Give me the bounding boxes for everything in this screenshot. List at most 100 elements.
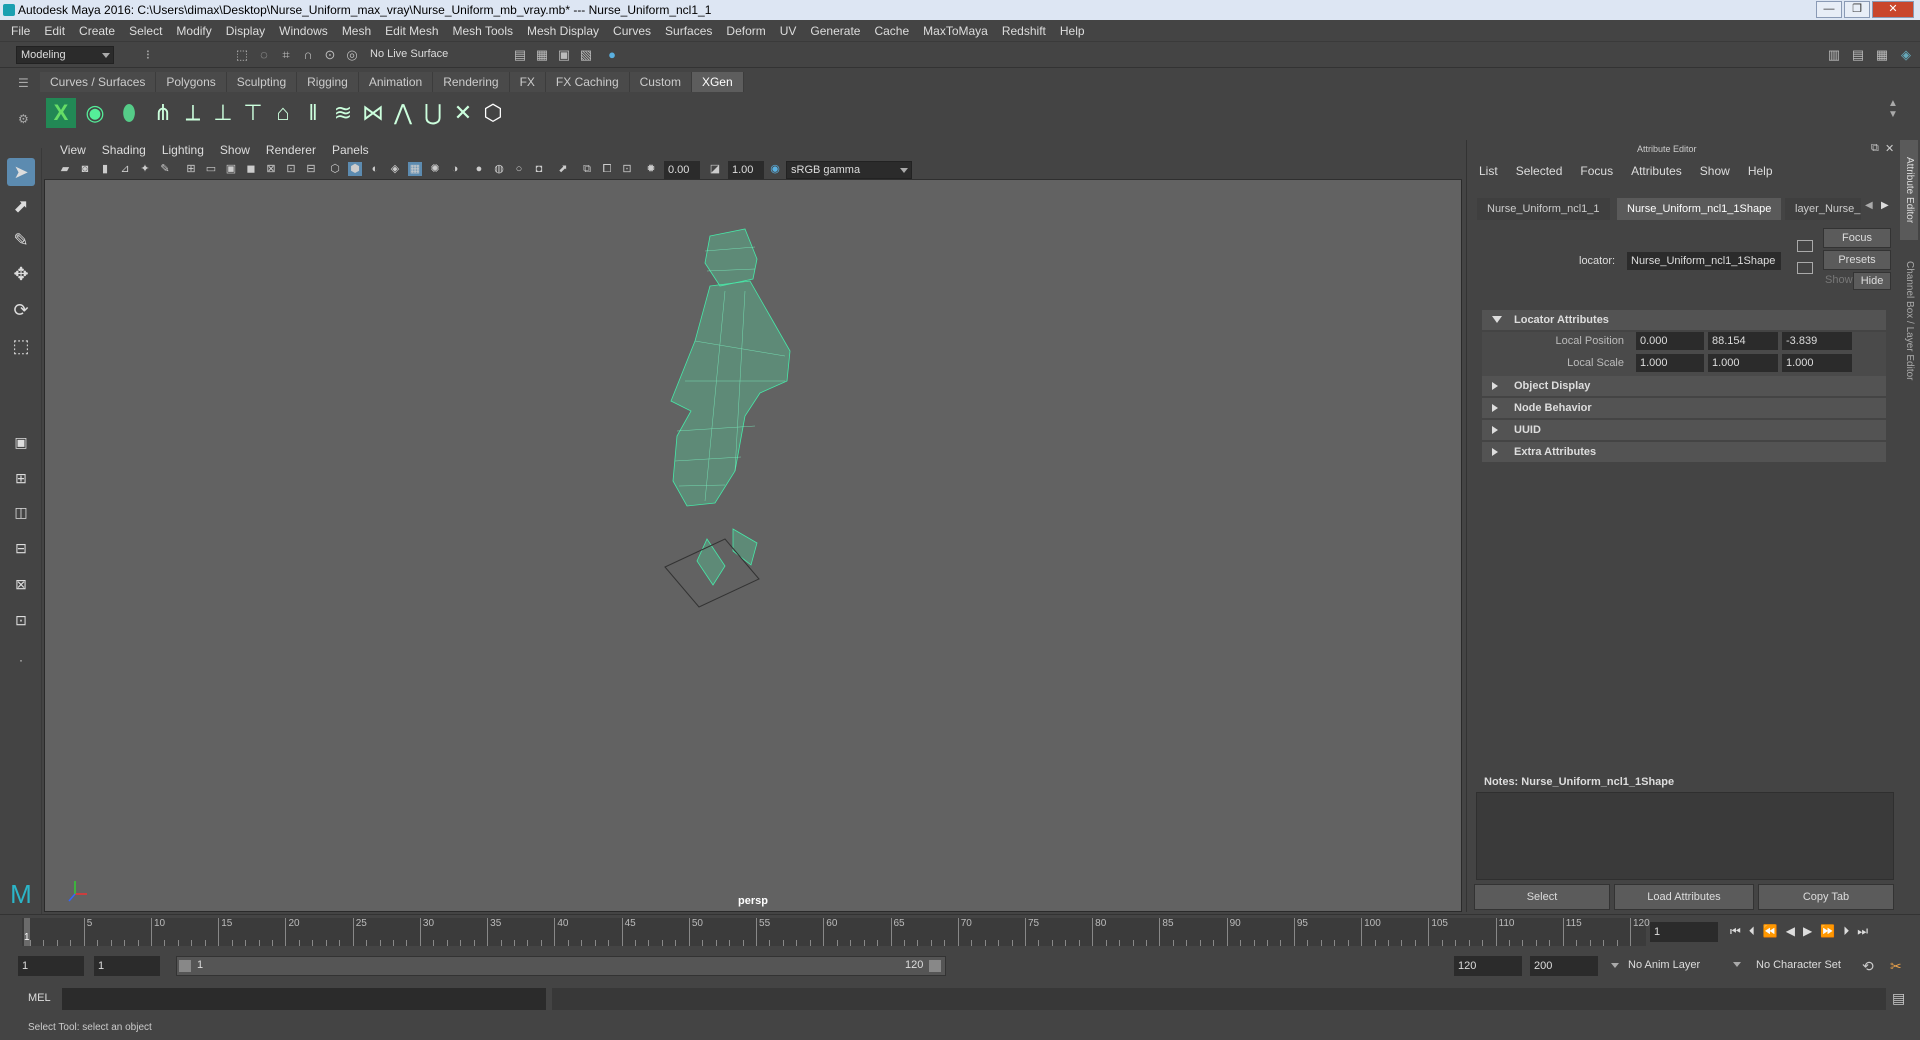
viewport-panel[interactable]: persp	[44, 140, 1462, 912]
side-tab-channel-box[interactable]: Channel Box / Layer Editor	[1900, 246, 1918, 396]
xgen-comb-icon[interactable]: ⟂	[178, 98, 208, 128]
character-set-dropdown[interactable]: No Character Set	[1752, 956, 1862, 976]
lasso-icon[interactable]: ◌	[256, 47, 272, 63]
tab-curves-surfaces[interactable]: Curves / Surfaces	[40, 72, 157, 92]
tab-polygons[interactable]: Polygons	[156, 72, 227, 92]
ae-menu-selected[interactable]: Selected	[1516, 164, 1563, 178]
viewport-menu-panels[interactable]: Panels	[324, 143, 377, 157]
menu-edit[interactable]: Edit	[37, 24, 72, 38]
lights-icon[interactable]: ✺	[428, 162, 442, 176]
tab-fx[interactable]: FX	[509, 72, 546, 92]
ae-menu-focus[interactable]: Focus	[1580, 164, 1613, 178]
xgen-length-icon[interactable]: ⊤	[238, 98, 268, 128]
two-d-pan-icon[interactable]: ✦	[138, 162, 152, 176]
xgen-smooth-icon[interactable]: ⋃	[418, 98, 448, 128]
rotate-tool-icon[interactable]: ⟳	[7, 296, 35, 324]
section-uuid[interactable]: UUID	[1482, 420, 1886, 440]
section-object-display[interactable]: Object Display	[1482, 376, 1886, 396]
viewport-menu-show[interactable]: Show	[212, 143, 258, 157]
range-handle-left[interactable]	[179, 960, 191, 972]
focus-button[interactable]: Focus	[1823, 228, 1891, 248]
viewport-menu-renderer[interactable]: Renderer	[258, 143, 324, 157]
gamma-field[interactable]: 1.00	[728, 161, 764, 179]
menu-redshift[interactable]: Redshift	[995, 24, 1053, 38]
colorspace-dropdown[interactable]: sRGB gamma	[786, 161, 912, 179]
animation-end-field[interactable]: 200	[1530, 956, 1598, 976]
step-forward-key-icon[interactable]: ⏩	[1820, 924, 1835, 939]
notes-textarea[interactable]	[1476, 792, 1894, 880]
tab-rigging[interactable]: Rigging	[297, 72, 359, 92]
menu-surfaces[interactable]: Surfaces	[658, 24, 719, 38]
camera-icon[interactable]: ▰	[58, 162, 72, 176]
menu-set-icon[interactable]: ⁝	[140, 47, 156, 63]
anim-layer-dropdown[interactable]: No Anim Layer	[1624, 956, 1744, 976]
xgen-delete-icon[interactable]: ✕	[448, 98, 478, 128]
render-frame-icon[interactable]: ▤	[512, 47, 528, 63]
safe-title-icon[interactable]: ⊟	[304, 162, 318, 176]
ae-menu-show[interactable]: Show	[1700, 164, 1730, 178]
smooth-shade-icon[interactable]: ⬢	[348, 162, 362, 176]
menu-file[interactable]: File	[4, 24, 37, 38]
safe-action-icon[interactable]: ⊡	[284, 162, 298, 176]
play-backwards-icon[interactable]: ◀	[1786, 924, 1795, 939]
wireframe-on-shaded-icon[interactable]: ◐	[368, 162, 382, 176]
tab-animation[interactable]: Animation	[358, 72, 434, 92]
step-back-key-icon[interactable]: ⏪	[1763, 924, 1778, 939]
step-forward-icon[interactable]: ⏵	[1843, 924, 1849, 939]
outliner-layout-icon[interactable]: ⊟	[7, 534, 35, 562]
render-view-icon[interactable]: ●	[604, 47, 620, 63]
select-tool-icon[interactable]: ➤	[7, 158, 35, 186]
local-scale-x[interactable]: 1.000	[1636, 354, 1704, 372]
maximize-button[interactable]: ❐	[1844, 1, 1870, 18]
exposure-icon[interactable]: ✹	[644, 162, 658, 176]
resolution-gate-icon[interactable]: ▣	[224, 162, 238, 176]
grease-pencil-icon[interactable]: ✎	[158, 162, 172, 176]
ae-tab-transform[interactable]: Nurse_Uniform_ncl1_1	[1477, 198, 1610, 220]
xgen-cut-icon[interactable]: ‖	[298, 98, 328, 128]
xgen-render-icon[interactable]: ⬡	[478, 98, 508, 128]
textured-icon[interactable]: ▦	[408, 162, 422, 176]
menu-mesh-tools[interactable]: Mesh Tools	[446, 24, 520, 38]
section-extra-attributes[interactable]: Extra Attributes	[1482, 442, 1886, 462]
move-tool-icon[interactable]: ✥	[7, 260, 35, 288]
current-frame-field[interactable]: 1	[1650, 922, 1718, 942]
tab-rendering[interactable]: Rendering	[433, 72, 510, 92]
local-position-y[interactable]: 88.154	[1708, 332, 1778, 350]
menu-create[interactable]: Create	[72, 24, 122, 38]
command-input[interactable]	[62, 988, 546, 1010]
gate-mask-icon[interactable]: ◼	[244, 162, 258, 176]
ae-menu-attributes[interactable]: Attributes	[1631, 164, 1682, 178]
auto-key-icon[interactable]: ⟲	[1862, 958, 1874, 975]
tab-sculpting[interactable]: Sculpting	[226, 72, 298, 92]
local-position-z[interactable]: -3.839	[1782, 332, 1852, 350]
local-scale-z[interactable]: 1.000	[1782, 354, 1852, 372]
tab-fx-caching[interactable]: FX Caching	[545, 72, 630, 92]
field-chart-icon[interactable]: ⊠	[264, 162, 278, 176]
shelf-settings-icon[interactable]: ⚙	[18, 112, 34, 126]
mode-selector[interactable]: Modeling	[16, 46, 114, 64]
menu-deform[interactable]: Deform	[719, 24, 772, 38]
ae-menu-list[interactable]: List	[1479, 164, 1498, 178]
goto-output-icon[interactable]	[1797, 262, 1813, 274]
wireframe-icon[interactable]: ⬡	[328, 162, 342, 176]
color-management-icon[interactable]: ◉	[768, 162, 782, 176]
snap-curve-icon[interactable]: ∩	[300, 47, 316, 63]
viewport-menu-shading[interactable]: Shading	[94, 143, 154, 157]
menu-mesh-display[interactable]: Mesh Display	[520, 24, 606, 38]
menu-select[interactable]: Select	[122, 24, 169, 38]
close-button[interactable]: ✕	[1872, 1, 1914, 18]
menu-windows[interactable]: Windows	[272, 24, 335, 38]
live-surface-field[interactable]: No Live Surface	[366, 46, 462, 64]
select-by-hierarchy-icon[interactable]: ⬚	[234, 47, 250, 63]
minimize-button[interactable]: —	[1816, 1, 1842, 18]
tool-settings-toggle-icon[interactable]: ▦	[1874, 47, 1890, 63]
xgen-description-icon[interactable]: ⬮	[114, 98, 144, 128]
time-slider-track[interactable]: 1 5 10 15 20 25 30 35 40 45 50 55 60 65 70 75 80 85 90 95 1…	[22, 918, 1650, 946]
go-to-start-icon[interactable]: ⏮	[1730, 924, 1741, 939]
film-gate-icon[interactable]: ▭	[204, 162, 218, 176]
xgen-groom-icon[interactable]: ⋔	[148, 98, 178, 128]
depth-of-field-icon[interactable]: ◘	[532, 162, 546, 176]
node-name-field[interactable]: Nurse_Uniform_ncl1_1Shape	[1627, 252, 1781, 270]
goto-input-icon[interactable]	[1797, 240, 1813, 252]
copy-tab-button[interactable]: Copy Tab	[1758, 884, 1894, 910]
